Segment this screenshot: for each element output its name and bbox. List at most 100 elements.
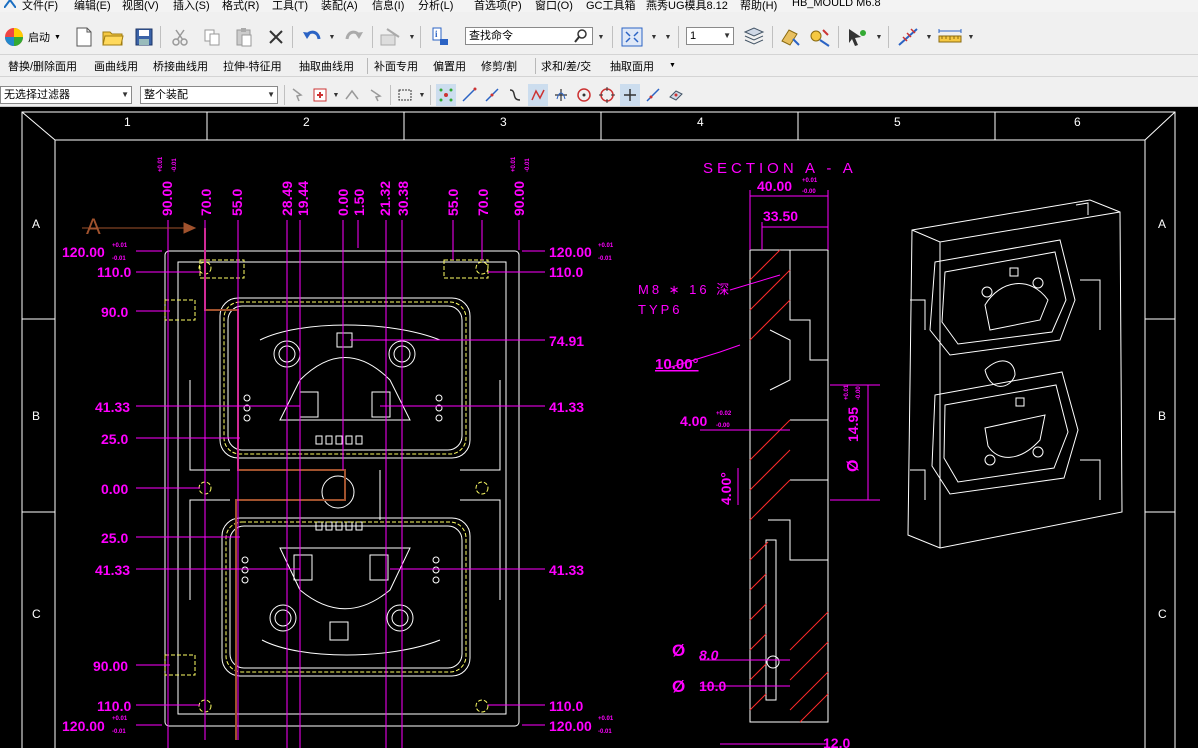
show-hide-button[interactable]	[808, 25, 832, 49]
new-button[interactable]	[72, 25, 96, 49]
tb2-offset[interactable]: 偏置用	[433, 58, 466, 74]
snap-control-point-button[interactable]	[528, 84, 548, 106]
tb2-draw-curve[interactable]: 画曲线用	[94, 58, 138, 74]
tb2-boolean[interactable]: 求和/差/交	[541, 58, 591, 74]
tb2-bridge-curve[interactable]: 桥接曲线用	[153, 58, 208, 74]
snap-point-on-curve-button[interactable]	[643, 84, 663, 106]
snap-point-on-face-button[interactable]	[666, 84, 686, 106]
select-feature-button[interactable]	[310, 84, 330, 106]
find-command-dropdown[interactable]: ▼	[597, 25, 605, 49]
toolbar-gap	[0, 12, 1198, 20]
view-dropdown[interactable]: ▼	[650, 25, 658, 49]
repeat-command-dropdown[interactable]: ▼	[408, 25, 416, 49]
tb2-extract-curve[interactable]: 抽取曲线用	[299, 58, 354, 74]
tb2-replace-delete-face[interactable]: 替换/删除面用	[8, 58, 77, 74]
measure-dropdown[interactable]: ▼	[967, 25, 975, 49]
search-icon[interactable]	[574, 29, 588, 43]
repeat-command-button[interactable]	[378, 25, 402, 49]
menu-info[interactable]: 信息(I)	[372, 0, 404, 12]
menu-hb-mould[interactable]: HB_MOULD M6.8	[792, 0, 881, 9]
select-feature-dropdown[interactable]: ▼	[332, 84, 340, 106]
snap-quadrant-button[interactable]	[597, 84, 617, 106]
find-command-input[interactable]: 查找命令	[465, 27, 593, 45]
selection-mode-button[interactable]	[846, 25, 870, 49]
undo-list-dropdown[interactable]: ▼	[328, 25, 336, 49]
view-options-dropdown[interactable]: ▼	[664, 25, 672, 49]
command-finder-button[interactable]: i	[428, 25, 452, 49]
menu-preferences[interactable]: 首选项(P)	[474, 0, 522, 12]
snap-curve-button[interactable]	[505, 84, 525, 106]
tb2-patch-surface[interactable]: 补面专用	[374, 58, 418, 74]
save-button[interactable]	[132, 25, 156, 49]
menu-yanxiu-ug[interactable]: 燕秀UG模具8.12	[646, 0, 728, 12]
redo-button[interactable]	[342, 25, 366, 49]
toolbar-separator	[420, 26, 421, 48]
tb2-extrude-feature[interactable]: 拉伸-特征用	[223, 58, 282, 74]
dim-right-74-91: 74.91	[549, 333, 584, 349]
toolbar-separator	[390, 85, 391, 105]
dim-top-19-44: 19.44	[295, 181, 311, 216]
menu-insert[interactable]: 插入(S)	[173, 0, 210, 12]
grid-snap-button[interactable]	[896, 25, 920, 49]
menu-tools[interactable]: 工具(T)	[272, 0, 308, 12]
selection-arrow-icon	[849, 29, 866, 46]
menu-analysis[interactable]: 分析(L)	[418, 0, 453, 12]
dim-top-28-49: 28.49	[279, 181, 295, 216]
dim-left-90-top: 90.0	[101, 304, 128, 320]
selection-filter-button[interactable]	[289, 84, 309, 106]
open-button[interactable]	[101, 25, 125, 49]
snap-midpoint-button[interactable]	[482, 84, 502, 106]
snap-arc-center-button[interactable]	[574, 84, 594, 106]
menu-view[interactable]: 视图(V)	[122, 0, 159, 12]
work-layer-select[interactable]: 1 ▼	[686, 27, 734, 45]
dim-section-14-95-phi: Ø	[845, 460, 862, 472]
menu-format[interactable]: 格式(R)	[222, 0, 259, 12]
snap-end-point-button[interactable]	[436, 84, 456, 106]
menu-window[interactable]: 窗口(O)	[535, 0, 573, 12]
copy-button[interactable]	[200, 25, 224, 49]
tb2-extract-face[interactable]: 抽取面用	[610, 58, 654, 74]
grid-snap-dropdown[interactable]: ▼	[925, 25, 933, 49]
rectangle-select-button[interactable]	[395, 84, 415, 106]
layer-settings-button[interactable]	[742, 25, 766, 49]
dim-top-90-right-tol-dn: -0.01	[525, 158, 531, 172]
section-view-geometry[interactable]	[749, 249, 829, 723]
find-command-placeholder: 查找命令	[469, 30, 513, 42]
snap-point-on-face-icon	[669, 90, 683, 101]
selection-mode-dropdown[interactable]: ▼	[875, 25, 883, 49]
menu-file[interactable]: 文件(F)	[22, 0, 58, 12]
zone-row-b-left: B	[32, 409, 40, 423]
rectangle-select-dropdown[interactable]: ▼	[418, 84, 426, 106]
snap-existing-point-button[interactable]	[620, 84, 640, 106]
work-layer-value: 1	[690, 30, 697, 42]
tb2-more-dropdown[interactable]: ▼	[669, 62, 676, 69]
menu-help[interactable]: 帮助(H)	[740, 0, 777, 12]
delete-button[interactable]	[264, 25, 288, 49]
menu-assembly[interactable]: 装配(A)	[321, 0, 358, 12]
menu-edit[interactable]: 编辑(E)	[74, 0, 111, 12]
cut-button[interactable]	[168, 25, 192, 49]
dim-phi-8-symbol: Ø	[672, 641, 685, 660]
snap-line-button[interactable]	[459, 84, 479, 106]
type-filter-select[interactable]: 无选择过滤器 ▼	[0, 86, 132, 104]
select-component-button[interactable]	[342, 84, 362, 106]
select-all-button[interactable]	[366, 84, 386, 106]
edit-object-display-button[interactable]	[778, 25, 802, 49]
fit-view-button[interactable]	[620, 25, 644, 49]
toolbar-separator	[367, 58, 368, 74]
dim-top-55-left: 55.0	[229, 189, 245, 216]
dim-left-120-top-tol-up: +0.01	[112, 243, 128, 249]
measure-distance-button[interactable]	[938, 25, 962, 49]
scissors-icon	[172, 29, 188, 46]
start-button[interactable]: 启动 ▼	[4, 26, 61, 48]
paste-button[interactable]	[232, 25, 256, 49]
undo-button[interactable]	[300, 25, 324, 49]
type-filter-value: 无选择过滤器	[4, 89, 70, 101]
snap-quadrant-icon	[599, 87, 615, 103]
snap-intersection-button[interactable]	[551, 84, 571, 106]
selection-scope-select[interactable]: 整个装配 ▼	[140, 86, 278, 104]
tb2-trim-split[interactable]: 修剪/割	[481, 58, 517, 74]
drawing-sheet-canvas[interactable]: 1 2 3 4 5 6 A B C A B C 90.00 +0.01 -0.0…	[0, 108, 1198, 748]
isometric-view[interactable]	[907, 199, 1123, 549]
menu-gc-toolbox[interactable]: GC工具箱	[586, 0, 636, 12]
